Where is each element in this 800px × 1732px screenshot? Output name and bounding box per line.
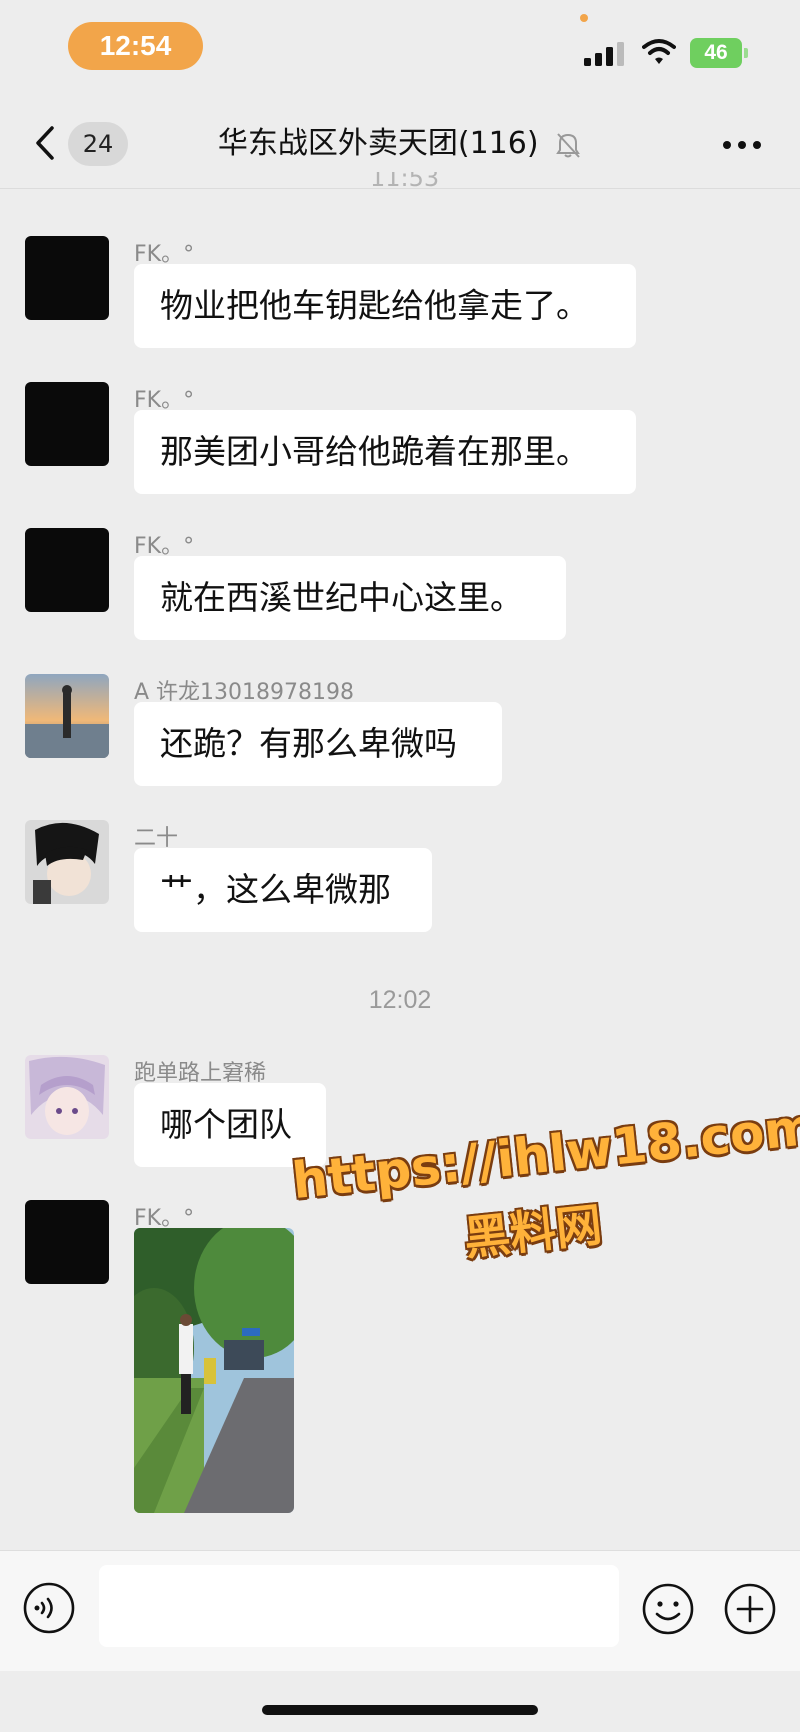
message-bubble[interactable]: 就在西溪世纪中心这里。 [134,556,566,640]
more-dots-icon[interactable] [722,140,762,150]
avatar[interactable] [25,674,109,758]
privacy-indicator-dot [580,14,588,22]
battery-indicator: 46 [690,38,748,68]
bell-slash-icon [556,132,580,158]
cellular-signal-icon [584,42,624,66]
anime-character-avatar [25,1055,109,1139]
home-indicator[interactable] [262,1705,538,1715]
avatar[interactable] [25,528,109,612]
emoji-icon[interactable] [640,1581,696,1637]
message-bubble[interactable]: 那美团小哥给他跪着在那里。 [134,410,636,494]
watermark-text: 黑料网 [461,1197,605,1266]
wifi-icon [642,39,676,64]
plus-icon[interactable] [722,1581,778,1637]
chevron-left-icon[interactable] [30,120,66,166]
sunset-silhouette-avatar [25,674,109,758]
status-time: 12:54 [68,22,203,70]
group-chat-title: 华东战区外卖天团(116) [217,126,539,161]
avatar[interactable] [25,1200,109,1284]
status-bar: 12:54 46 [0,0,800,100]
message-input[interactable] [99,1565,619,1647]
avatar[interactable] [25,1055,109,1139]
previous-time-separator: 11:53 [370,172,440,188]
anime-boy-avatar [25,820,109,904]
avatar[interactable] [25,236,109,320]
message-bubble[interactable]: 艹，这么卑微那 [134,848,432,932]
site-watermark: https://ihlw18.com 黑料网 [289,1097,800,1301]
street-photo-image [134,1228,294,1513]
message-bubble[interactable]: 还跪？有那么卑微吗 [134,702,502,786]
chat-input-bar [0,1550,800,1671]
photo-message[interactable] [134,1228,294,1513]
time-separator: 12:02 [368,986,432,1014]
message-bubble[interactable]: 物业把他车钥匙给他拿走了。 [134,264,636,348]
back-unread-count[interactable]: 24 [68,122,128,166]
avatar[interactable] [25,382,109,466]
avatar[interactable] [25,820,109,904]
voice-icon[interactable] [22,1581,76,1635]
